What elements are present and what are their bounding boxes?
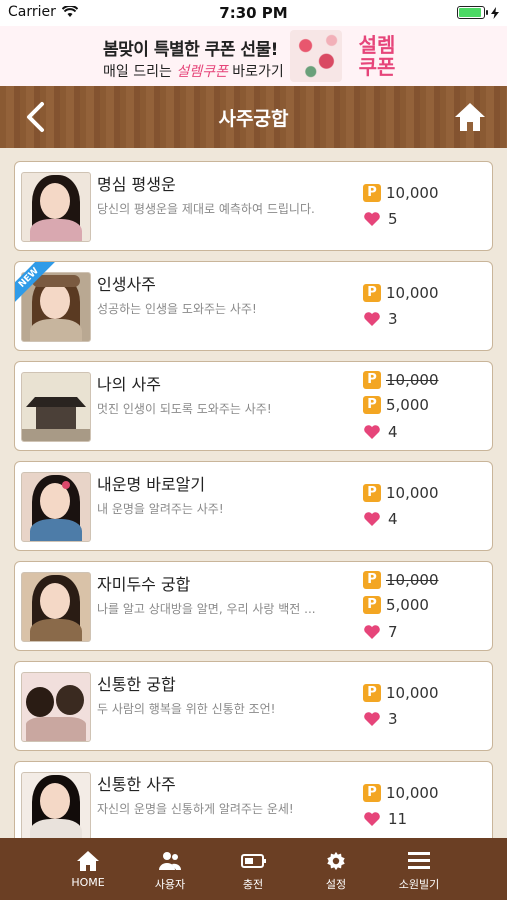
item-description: 두 사람의 행복을 위한 신통한 조언! xyxy=(97,702,276,716)
likes: 4 xyxy=(363,423,398,441)
original-price: P 10,000 xyxy=(363,371,439,389)
item-description: 당신의 평생운을 제대로 예측하여 드립니다. xyxy=(97,202,315,216)
heart-icon xyxy=(364,512,380,526)
battery-icon xyxy=(241,854,266,868)
point-icon: P xyxy=(363,784,381,802)
tab-label: HOME xyxy=(71,876,105,889)
item-title: 자미두수 궁합 xyxy=(97,575,191,594)
tab-charge[interactable]: 충전 xyxy=(208,838,298,900)
price: P 10,000 xyxy=(363,184,439,202)
point-icon: P xyxy=(363,371,381,389)
original-price: P 10,000 xyxy=(363,571,439,589)
likes: 3 xyxy=(363,310,398,328)
portrait-thumbnail xyxy=(21,772,91,838)
heart-icon xyxy=(364,625,380,639)
tab-wish[interactable]: 소원빌기 xyxy=(374,838,464,900)
list-item[interactable]: 신통한 궁합 두 사람의 행복을 위한 신통한 조언! P 10,000 3 xyxy=(14,661,493,751)
item-title: 신통한 궁합 xyxy=(97,675,176,694)
sale-price: P 5,000 xyxy=(363,596,429,614)
palace-thumbnail xyxy=(21,372,91,442)
battery-icon xyxy=(457,6,488,19)
couple-thumbnail xyxy=(21,672,91,742)
page-title: 사주궁합 xyxy=(218,108,289,130)
banner-subline: 매일 드리는 설렘쿠폰 바로가기 xyxy=(103,64,284,80)
item-description: 나를 알고 상대방을 알면, 우리 사랑 백전 ... xyxy=(97,602,316,616)
item-description: 성공하는 인생을 도와주는 사주! xyxy=(97,302,257,316)
banner-headline: 봄맞이 특별한 쿠폰 선물! xyxy=(103,40,278,60)
nav-header: 사주궁합 xyxy=(0,86,507,148)
tab-label: 충전 xyxy=(242,878,264,891)
price: P 10,000 xyxy=(363,784,439,802)
item-title: 내운명 바로알기 xyxy=(97,475,206,494)
likes: 5 xyxy=(363,210,398,228)
users-icon xyxy=(159,852,182,870)
fortune-list: 명심 평생운 당신의 평생운을 제대로 예측하여 드립니다. P 10,000 5… xyxy=(0,148,507,838)
list-item[interactable]: 내운명 바로알기 내 운명을 알려주는 사주! P 10,000 4 xyxy=(14,461,493,551)
point-icon: P xyxy=(363,396,381,414)
tab-home[interactable]: HOME xyxy=(43,838,133,900)
list-item[interactable]: NEW 인생사주 성공하는 인생을 도와주는 사주! P 10,000 3 xyxy=(14,261,493,351)
heart-icon xyxy=(364,312,380,326)
likes: 7 xyxy=(363,623,398,641)
list-item[interactable]: 명심 평생운 당신의 평생운을 제대로 예측하여 드립니다. P 10,000 5 xyxy=(14,161,493,251)
menu-icon xyxy=(408,852,430,869)
coupon-banner[interactable]: 봄맞이 특별한 쿠폰 선물! 매일 드리는 설렘쿠폰 바로가기 설렘 쿠폰 xyxy=(0,26,507,86)
tab-label: 사용자 xyxy=(154,878,186,891)
clock: 7:30 PM xyxy=(219,4,288,22)
portrait-thumbnail xyxy=(21,172,91,242)
price: P 10,000 xyxy=(363,684,439,702)
tab-label: 설정 xyxy=(325,878,347,891)
item-title: 인생사주 xyxy=(97,275,156,294)
price: P 10,000 xyxy=(363,284,439,302)
couple-thumbnail xyxy=(21,572,91,642)
list-item[interactable]: 자미두수 궁합 나를 알고 상대방을 알면, 우리 사랑 백전 ... P 10,… xyxy=(14,561,493,651)
item-description: 자신의 운명을 신통하게 알려주는 운세! xyxy=(97,802,294,816)
gear-icon xyxy=(327,851,345,871)
flower-pattern-image xyxy=(290,30,342,82)
home-icon xyxy=(77,851,99,871)
item-title: 나의 사주 xyxy=(97,375,161,394)
point-icon: P xyxy=(363,284,381,302)
tab-users[interactable]: 사용자 xyxy=(125,838,215,900)
point-icon: P xyxy=(363,684,381,702)
likes: 11 xyxy=(363,810,407,828)
heart-icon xyxy=(364,712,380,726)
heart-icon xyxy=(364,212,380,226)
list-item[interactable]: 신통한 사주 자신의 운명을 신통하게 알려주는 운세! P 10,000 11 xyxy=(14,761,493,838)
point-icon: P xyxy=(363,184,381,202)
likes: 4 xyxy=(363,510,398,528)
item-title: 명심 평생운 xyxy=(97,175,176,194)
price: P 10,000 xyxy=(363,484,439,502)
bottom-tab-bar: HOME 사용자 충전 설정 소원빌기 xyxy=(0,838,507,900)
likes: 3 xyxy=(363,710,398,728)
portrait-thumbnail xyxy=(21,472,91,542)
item-description: 멋진 인생이 되도록 도와주는 사주! xyxy=(97,402,272,416)
home-icon[interactable] xyxy=(453,100,487,134)
heart-icon xyxy=(364,425,380,439)
banner-logo: 설렘 쿠폰 xyxy=(358,33,396,79)
point-icon: P xyxy=(363,484,381,502)
tab-label: 소원빌기 xyxy=(398,878,440,891)
list-item[interactable]: 나의 사주 멋진 인생이 되도록 도와주는 사주! P 10,000 P 5,000… xyxy=(14,361,493,451)
sale-price: P 5,000 xyxy=(363,396,429,414)
charging-icon xyxy=(491,6,499,19)
heart-icon xyxy=(364,812,380,826)
point-icon: P xyxy=(363,571,381,589)
status-bar: Carrier 7:30 PM xyxy=(0,0,507,26)
item-description: 내 운명을 알려주는 사주! xyxy=(97,502,224,516)
point-icon: P xyxy=(363,596,381,614)
item-title: 신통한 사주 xyxy=(97,775,176,794)
battery-status xyxy=(457,6,499,19)
tab-settings[interactable]: 설정 xyxy=(291,838,381,900)
